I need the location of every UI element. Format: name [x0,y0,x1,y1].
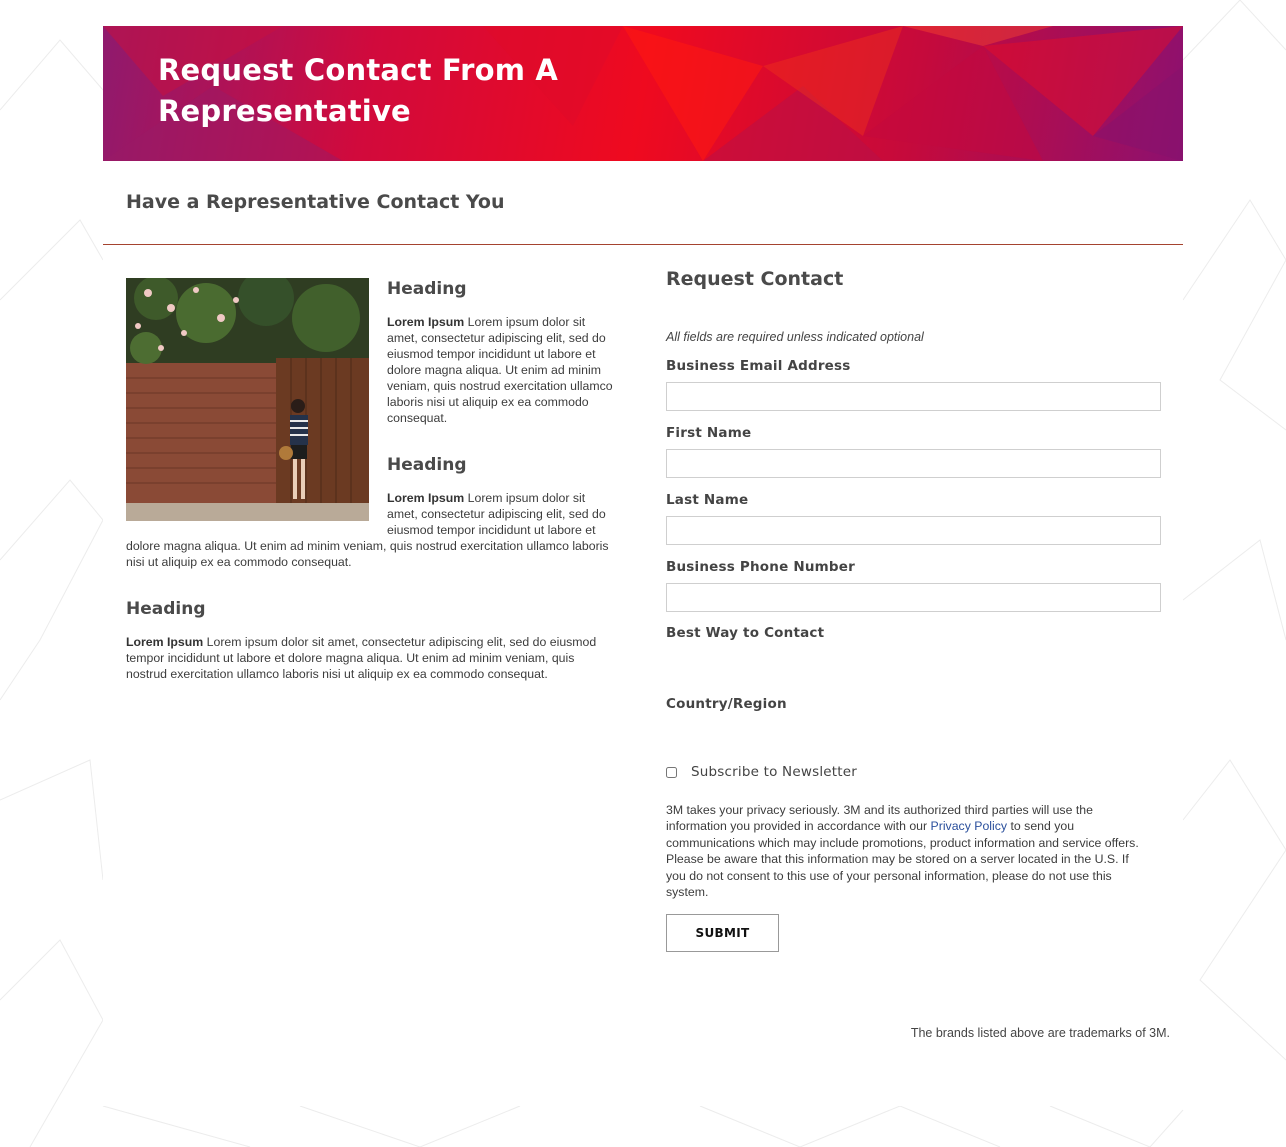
content-heading: Heading [126,599,206,619]
email-group: Business Email Address [666,358,1166,411]
request-contact-form: Request Contact All fields are required … [666,268,1166,953]
section-title: Have a Representative Contact You [126,191,505,213]
page-container: Request Contact From A Representative Ha… [103,26,1183,1106]
paragraph-lead: Lorem Ipsum [126,635,204,649]
newsletter-checkbox[interactable] [666,766,677,778]
last-name-label: Last Name [666,492,749,508]
email-label: Business Email Address [666,358,851,374]
trademark-note: The brands listed above are trademarks o… [910,1026,1170,1040]
content-paragraph: Lorem Ipsum Lorem ipsum dolor sit amet, … [126,634,618,682]
newsletter-label: Subscribe to Newsletter [691,764,858,780]
phone-group: Business Phone Number [666,559,1166,612]
phone-field[interactable] [666,583,1161,612]
paragraph-lead: Lorem Ipsum [387,491,465,505]
best-way-group: Best Way to Contact [666,625,1166,683]
best-way-label: Best Way to Contact [666,625,825,641]
privacy-policy-link[interactable]: Privacy Policy [931,819,1008,833]
paragraph-lead: Lorem Ipsum [387,315,465,329]
email-field[interactable] [666,382,1161,411]
phone-label: Business Phone Number [666,559,856,575]
first-name-field[interactable] [666,449,1161,478]
content-block-3: Heading Lorem Ipsum Lorem ipsum dolor si… [126,598,618,682]
hero-banner: Request Contact From A Representative [103,26,1183,161]
last-name-group: Last Name [666,492,1166,545]
submit-button[interactable]: SUBMIT [666,914,779,953]
required-fields-note: All fields are required unless indicated… [666,330,924,344]
content-column: Heading Lorem Ipsum Lorem ipsum dolor si… [126,278,618,710]
country-label: Country/Region [666,696,787,712]
page-title: Request Contact From A Representative [158,53,559,128]
form-title: Request Contact [666,268,844,290]
privacy-notice: 3M takes your privacy seriously. 3M and … [666,802,1150,900]
section-header: Have a Representative Contact You [103,161,1183,245]
paragraph-body: Lorem ipsum dolor sit amet, consectetur … [387,315,613,425]
woman-by-brick-wall-photo [126,278,369,521]
last-name-field[interactable] [666,516,1161,545]
country-group: Country/Region [666,696,1166,754]
first-name-label: First Name [666,425,752,441]
newsletter-row: Subscribe to Newsletter [666,764,1166,780]
first-name-group: First Name [666,425,1166,478]
